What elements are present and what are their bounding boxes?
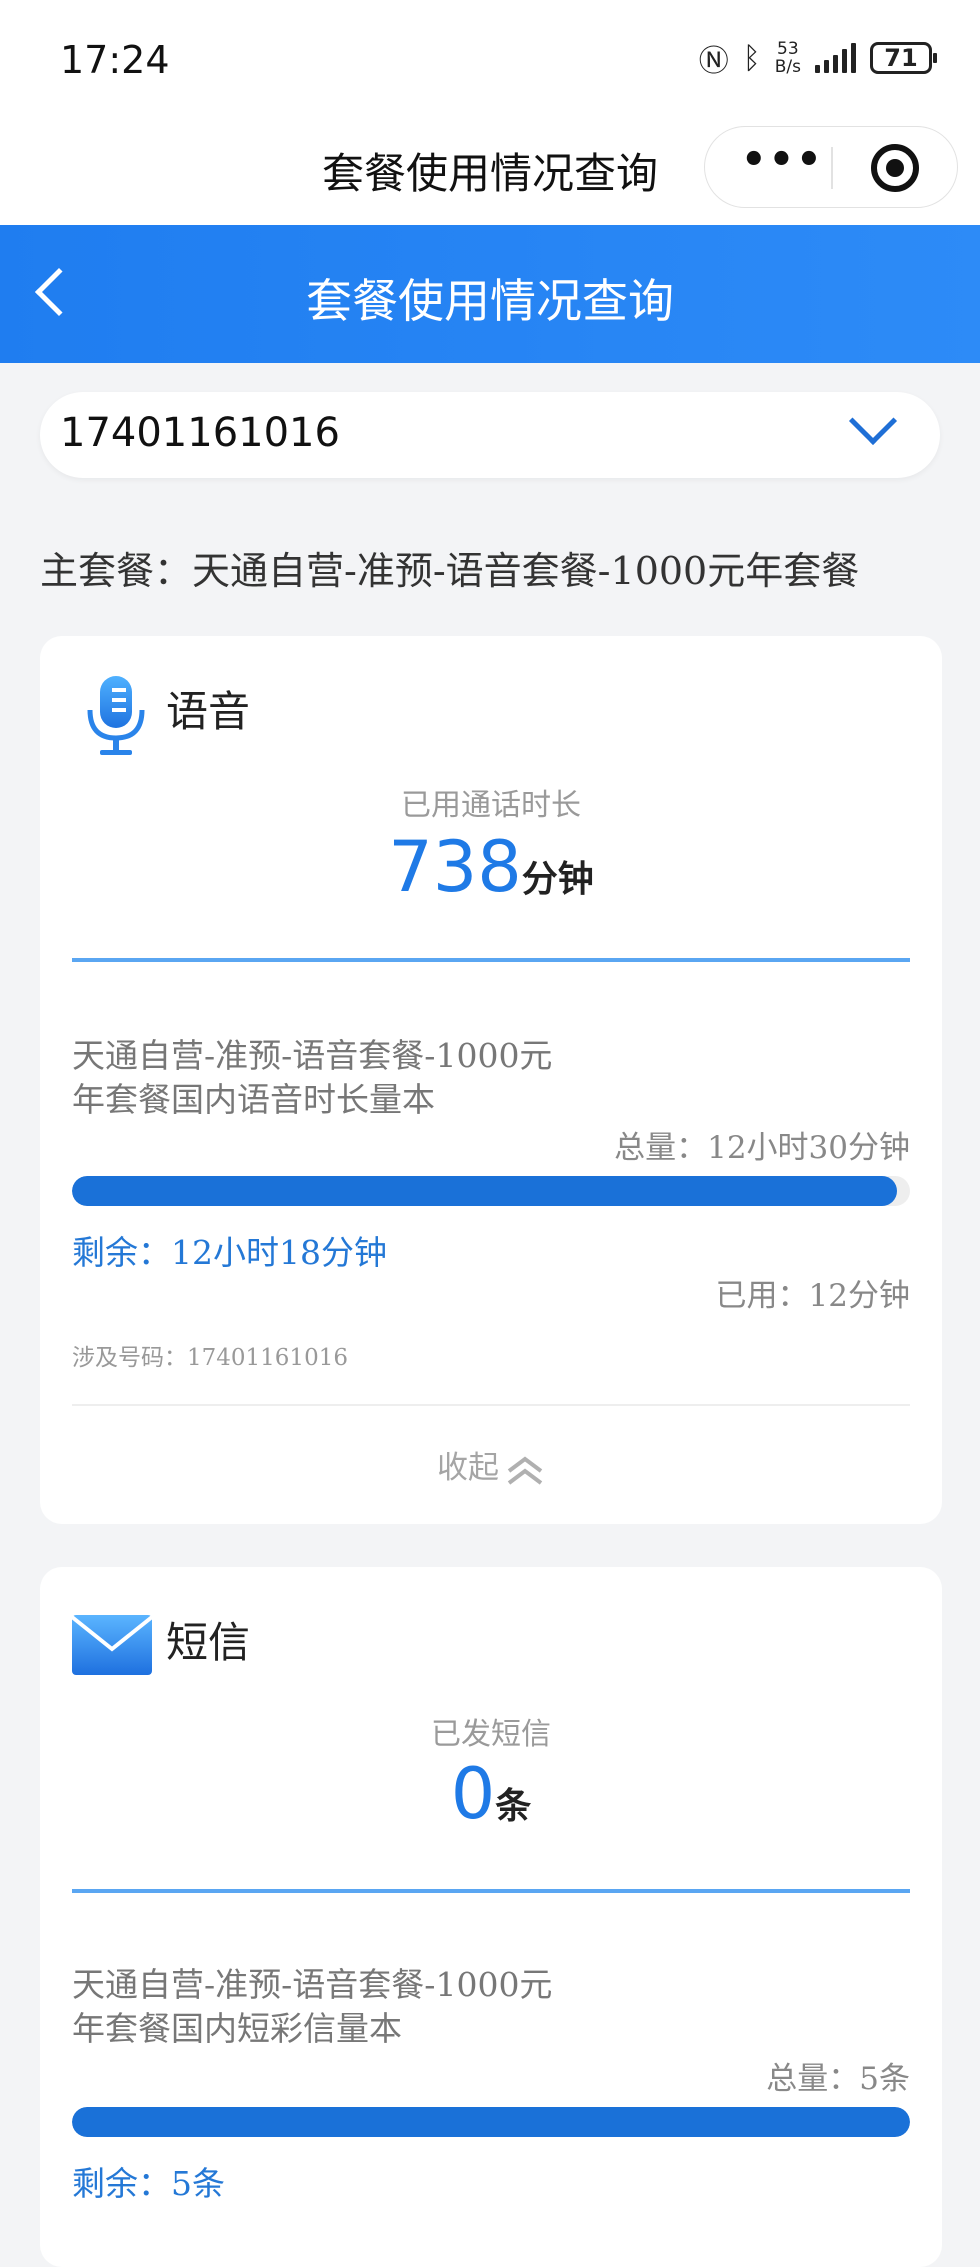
divider-line — [72, 958, 910, 962]
nfc-icon: Ⓝ — [698, 44, 729, 79]
plan-description-line2: 年套餐国内短彩信量本 — [72, 2009, 402, 2048]
metric-unit: 条 — [495, 1786, 532, 1827]
card-title-voice: 语音 — [166, 687, 251, 736]
metric-value: 0条 — [40, 1753, 942, 1835]
usage-progress-fill — [72, 1176, 897, 1206]
voice-usage-card: 语音 已用通话时长 738分钟 天通自营-准预-语音套餐-1000元 年套餐国内… — [40, 636, 942, 1524]
envelope-icon — [72, 1615, 152, 1675]
main-plan-text: 主套餐：天通自营-准预-语音套餐-1000元年套餐 — [40, 549, 860, 593]
involved-number: 涉及号码：17401161016 — [72, 1345, 348, 1371]
card-title-sms: 短信 — [166, 1618, 251, 1667]
status-time: 17:24 — [60, 38, 170, 82]
metric-value: 738分钟 — [40, 826, 942, 908]
collapse-label: 收起 — [437, 1450, 499, 1486]
card-separator — [72, 1404, 910, 1406]
collapse-button[interactable]: 收起 — [40, 1442, 942, 1487]
total-quota: 总量：5条 — [766, 2061, 910, 2097]
usage-progress-bar — [72, 1176, 910, 1206]
plan-description-line1: 天通自营-准预-语音套餐-1000元 — [72, 1036, 553, 1075]
status-icons: Ⓝ ᛒ 53 B/s 71 — [698, 36, 937, 80]
app-header: 套餐使用情况查询 — [0, 225, 980, 363]
divider-line — [72, 1889, 910, 1893]
double-chevron-up-icon — [507, 1456, 543, 1485]
mini-program-bar: 套餐使用情况查询 ••• — [0, 120, 980, 225]
usage-progress-fill — [72, 2107, 910, 2137]
bluetooth-icon: ᛒ — [742, 40, 761, 76]
capsule-menu: ••• — [704, 126, 958, 208]
card-header: 语音 — [40, 636, 942, 756]
plan-description-line2: 年套餐国内语音时长量本 — [72, 1080, 435, 1119]
plan-description-line1: 天通自营-准预-语音套餐-1000元 — [72, 1965, 553, 2004]
metric-number: 738 — [388, 826, 522, 908]
sms-usage-card: 短信 已发短信 0条 天通自营-准预-语音套餐-1000元 年套餐国内短彩信量本… — [40, 1567, 942, 2267]
metric-label: 已发短信 — [431, 1717, 551, 1752]
metric-number: 0 — [450, 1753, 496, 1835]
phone-number-select[interactable]: 17401161016 — [40, 392, 940, 478]
remaining-quota: 剩余：5条 — [72, 2164, 225, 2203]
battery-level: 71 — [884, 44, 918, 72]
network-speed-unit: B/s — [774, 57, 801, 77]
used-quota: 已用：12分钟 — [715, 1278, 910, 1314]
more-button[interactable]: ••• — [741, 137, 824, 183]
metric-label: 已用通话时长 — [401, 788, 581, 823]
microphone-icon — [87, 676, 145, 755]
network-speed: 53 B/s — [775, 40, 801, 76]
metric-unit: 分钟 — [521, 859, 594, 900]
close-miniprogram-button[interactable] — [871, 144, 919, 192]
remaining-quota: 剩余：12小时18分钟 — [72, 1233, 387, 1272]
plan-description: 天通自营-准预-语音套餐-1000元 年套餐国内短彩信量本 — [72, 1963, 672, 2051]
card-header: 短信 — [40, 1567, 942, 1687]
battery-icon: 71 — [870, 42, 937, 74]
network-speed-value: 53 — [777, 39, 799, 59]
capsule-divider — [831, 147, 833, 189]
usage-progress-bar — [72, 2107, 910, 2137]
chevron-down-icon[interactable] — [848, 396, 898, 446]
page-title: 套餐使用情况查询 — [306, 274, 674, 328]
phone-number-value: 17401161016 — [60, 410, 340, 456]
plan-description: 天通自营-准预-语音套餐-1000元 年套餐国内语音时长量本 — [72, 1034, 672, 1122]
total-quota: 总量：12小时30分钟 — [614, 1130, 910, 1166]
status-bar: 17:24 Ⓝ ᛒ 53 B/s 71 — [0, 0, 980, 120]
signal-icon — [815, 43, 856, 73]
